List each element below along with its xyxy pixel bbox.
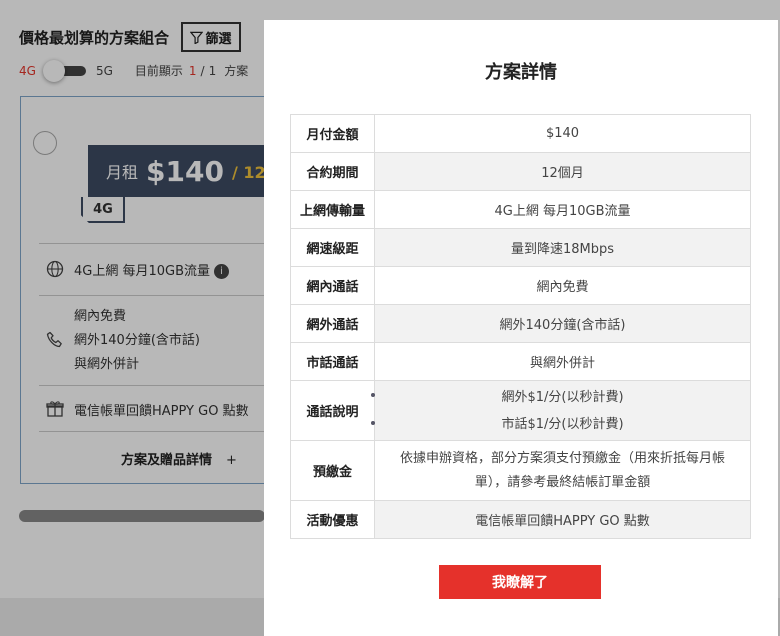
table-row: 網速級距 量到降速18Mbps (290, 228, 751, 267)
row-value: 12個月 (374, 152, 751, 191)
table-row: 網外通話 網外140分鐘(含市話) (290, 304, 751, 343)
row-key: 合約期間 (290, 152, 375, 191)
row-key: 市話通話 (290, 342, 375, 381)
row-key: 預繳金 (290, 440, 375, 501)
row-value: 網外$1/分(以秒計費) 市話$1/分(以秒計費) (374, 380, 751, 441)
row-key: 網內通話 (290, 266, 375, 305)
call-note-line: 市話$1/分(以秒計費) (501, 416, 624, 432)
row-value: 網外140分鐘(含市話) (374, 304, 751, 343)
row-value: 依據申辦資格，部分方案須支付預繳金（用來折抵每月帳單），請參考最終結帳訂單金額 (374, 440, 751, 501)
row-key: 網速級距 (290, 228, 375, 267)
row-value: 網內免費 (374, 266, 751, 305)
row-key: 月付金額 (290, 114, 375, 153)
bullet-dot (371, 393, 375, 397)
row-value: 電信帳單回饋HAPPY GO 點數 (374, 500, 751, 539)
table-row: 上網傳輸量 4G上網 每月10GB流量 (290, 190, 751, 229)
row-key: 網外通話 (290, 304, 375, 343)
row-value: 4G上網 每月10GB流量 (374, 190, 751, 229)
row-value: 與網外併計 (374, 342, 751, 381)
row-value: $140 (374, 114, 751, 153)
plan-details-table: 月付金額 $140 合約期間 12個月 上網傳輸量 4G上網 每月10GB流量 網速級… (290, 114, 751, 539)
call-note-line: 網外$1/分(以秒計費) (501, 389, 624, 405)
row-value: 量到降速18Mbps (374, 228, 751, 267)
ok-button[interactable]: 我瞭解了 (439, 565, 601, 599)
bullet-dot (371, 421, 375, 425)
row-key: 活動優惠 (290, 500, 375, 539)
row-key: 上網傳輸量 (290, 190, 375, 229)
table-row: 通話說明 網外$1/分(以秒計費) 市話$1/分(以秒計費) (290, 380, 751, 441)
table-row: 網內通話 網內免費 (290, 266, 751, 305)
modal-title: 方案詳情 (485, 62, 557, 83)
table-row: 預繳金 依據申辦資格，部分方案須支付預繳金（用來折抵每月帳單），請參考最終結帳訂… (290, 440, 751, 501)
table-row: 活動優惠 電信帳單回饋HAPPY GO 點數 (290, 500, 751, 539)
plan-details-modal: 方案詳情 月付金額 $140 合約期間 12個月 上網傳輸量 4G上網 每月10GB流… (264, 20, 778, 636)
table-row: 月付金額 $140 (290, 114, 751, 153)
table-row: 合約期間 12個月 (290, 152, 751, 191)
row-key: 通話說明 (290, 380, 375, 441)
table-row: 市話通話 與網外併計 (290, 342, 751, 381)
